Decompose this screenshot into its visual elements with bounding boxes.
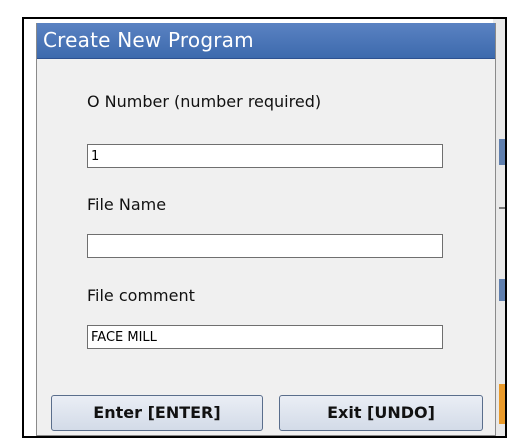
background-tab-marker (499, 139, 505, 165)
o-number-label: O Number (number required) (87, 92, 322, 111)
file-name-label: File Name (87, 195, 167, 214)
dialog-title: Create New Program (37, 23, 495, 59)
exit-button[interactable]: Exit [UNDO] (279, 395, 483, 431)
screenshot-frame: Create New Program O Number (number requ… (22, 17, 507, 438)
background-divider (499, 207, 505, 209)
file-comment-label: File comment (87, 286, 195, 305)
create-program-dialog: Create New Program O Number (number requ… (36, 23, 496, 436)
enter-button[interactable]: Enter [ENTER] (51, 395, 263, 431)
background-tab-marker (499, 279, 505, 301)
file-comment-input[interactable] (87, 325, 443, 349)
file-name-input[interactable] (87, 234, 443, 258)
o-number-input[interactable] (87, 144, 443, 168)
background-highlight-marker (499, 384, 505, 424)
